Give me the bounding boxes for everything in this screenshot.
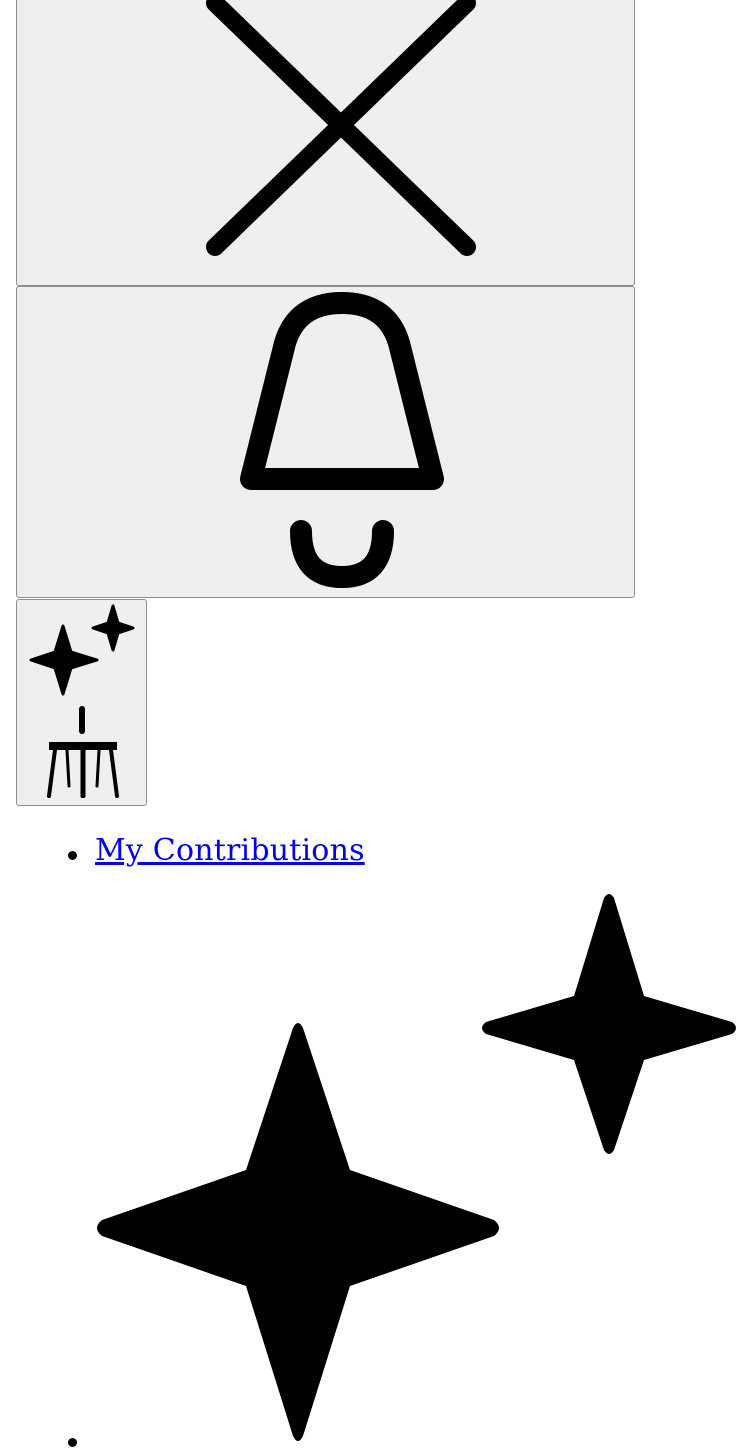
close-button[interactable]: [16, 0, 635, 286]
close-icon: [206, 0, 476, 256]
menu-item-sparkles: [0, 880, 755, 1454]
list-bullet: [68, 1438, 77, 1447]
chair-icon: [47, 706, 119, 798]
bell-icon: [240, 292, 444, 589]
notifications-button[interactable]: [16, 286, 635, 598]
sparkles-icon: [29, 604, 135, 696]
page: My Contributions: [0, 0, 755, 1454]
list-bullet: [68, 851, 77, 860]
sparkles-icon: [97, 894, 736, 1441]
assistant-button[interactable]: [16, 599, 147, 806]
menu-item-my-contributions: My Contributions: [0, 820, 755, 880]
my-contributions-link[interactable]: My Contributions: [95, 833, 365, 868]
